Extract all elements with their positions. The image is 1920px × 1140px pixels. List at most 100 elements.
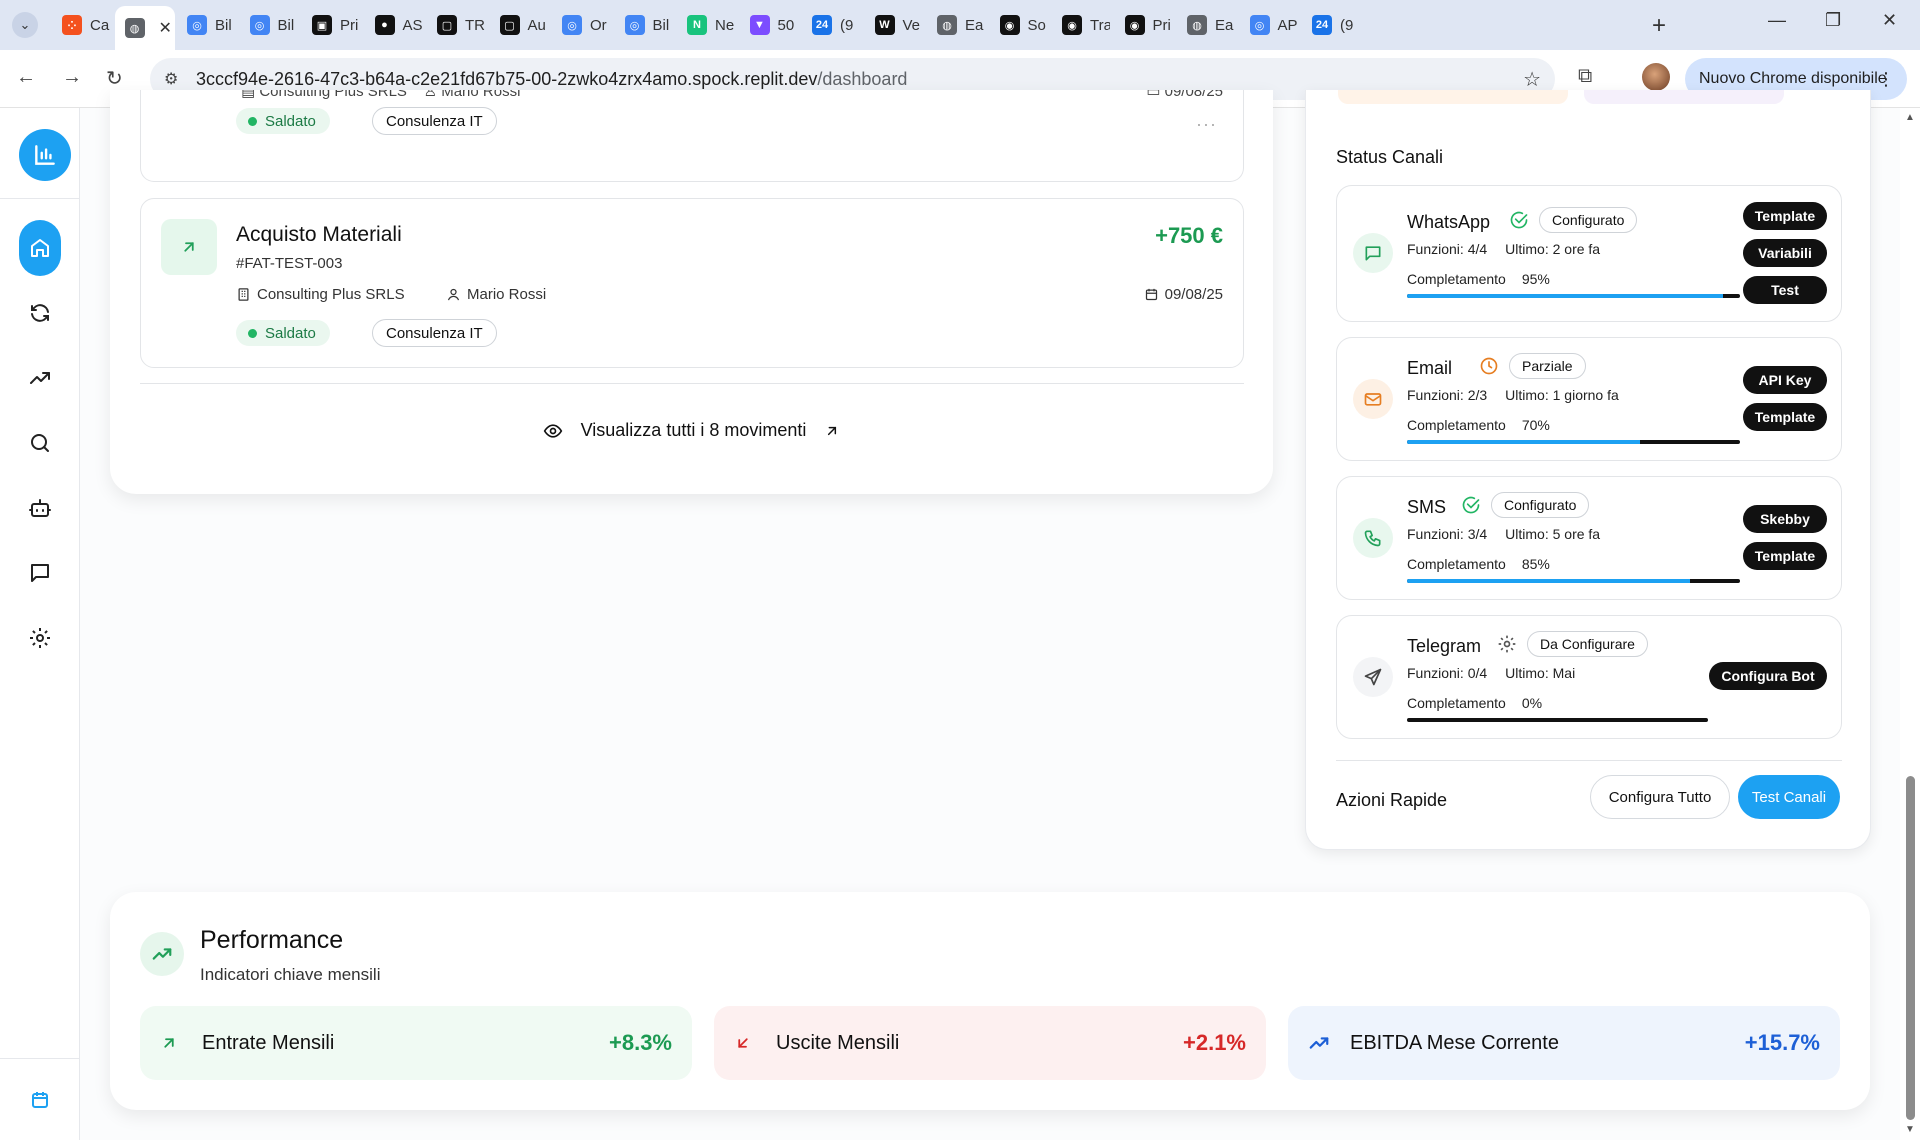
scroll-up-arrow-icon[interactable]: ▲	[1905, 112, 1915, 123]
tab-favicon-icon: N	[687, 15, 707, 35]
browser-tab[interactable]: ▣ Pri	[302, 8, 360, 42]
sidebar-item-trends[interactable]	[20, 358, 60, 398]
sidebar-item-home[interactable]	[19, 220, 61, 276]
app-logo[interactable]	[19, 129, 71, 181]
calendar-icon	[1145, 288, 1157, 301]
status-label: Saldato	[265, 324, 316, 342]
tab-favicon-icon: ◎	[187, 15, 207, 35]
browser-tab[interactable]: ◎ Bil	[615, 8, 673, 42]
bookmark-star-icon[interactable]: ☆	[1523, 67, 1541, 92]
browser-tab[interactable]: ◉ Tra	[1052, 8, 1110, 42]
site-info-icon[interactable]: ⚙	[164, 69, 178, 89]
browser-tab[interactable]: ◍ ✕	[114, 6, 175, 50]
transaction-amount: +750 €	[1155, 223, 1223, 248]
template-button[interactable]: Template	[1743, 202, 1827, 230]
channel-functions: Funzioni: 4/4	[1407, 241, 1488, 257]
browser-tab[interactable]: ◉ So	[990, 8, 1048, 42]
transaction-title: Acquisto Materiali	[236, 223, 402, 246]
browser-tab[interactable]: ▢ Au	[490, 8, 548, 42]
forward-icon[interactable]: →	[62, 66, 82, 89]
browser-tab[interactable]: W Ve	[865, 8, 923, 42]
channel-card-telegram: Telegram Da Configurare Funzioni: 0/4 Ult…	[1336, 615, 1842, 739]
more-menu-icon[interactable]: ⋮	[1877, 69, 1895, 90]
channel-name: Telegram	[1407, 636, 1482, 656]
back-icon[interactable]: ←	[16, 66, 36, 89]
skebby-button[interactable]: Skebby	[1743, 505, 1827, 533]
transaction-company-person: ▤ Consulting Plus SRLS ♙ Mario Rossi	[241, 90, 521, 100]
sidebar-item-settings[interactable]	[20, 618, 60, 658]
channel-meta: Funzioni: 4/4 Ultimo: 2 ore fa	[1407, 241, 1618, 257]
sidebar-item-calendar[interactable]	[20, 1080, 60, 1120]
reload-icon[interactable]: ↻	[106, 66, 123, 91]
restore-button[interactable]: ❐	[1825, 10, 1841, 31]
browser-tab[interactable]: ◉ Pri	[1115, 8, 1173, 42]
tab-favicon-icon: ◎	[1249, 15, 1270, 35]
sidebar-item-messages[interactable]	[20, 553, 60, 593]
tab-favicon-icon: ▢	[437, 15, 457, 35]
template-button[interactable]: Template	[1743, 403, 1827, 431]
sidebar-item-bot[interactable]	[20, 488, 60, 528]
browser-tab[interactable]: 24 (9	[802, 8, 860, 42]
scrollbar-thumb[interactable]	[1906, 776, 1915, 1120]
channel-status-badge: Configurato	[1491, 492, 1590, 518]
channel-meta: Funzioni: 0/4 Ultimo: Mai	[1407, 665, 1593, 681]
browser-tab[interactable]: ◎ Bil	[240, 8, 298, 42]
home-icon	[31, 239, 49, 257]
channel-status-badge: Configurato	[1539, 207, 1638, 233]
tab-search-button[interactable]: ⌄	[12, 12, 38, 38]
profile-avatar[interactable]	[1642, 63, 1670, 91]
api-key-button[interactable]: API Key	[1743, 366, 1827, 394]
transaction-item[interactable]: ▤ Consulting Plus SRLS ♙ Mario Rossi ▭ 0…	[140, 90, 1244, 182]
kpi-label: EBITDA Mese Corrente	[1350, 1031, 1559, 1054]
browser-tab[interactable]: ◎ Or	[552, 8, 610, 42]
new-tab-button[interactable]: +	[1652, 12, 1666, 40]
minimize-button[interactable]: —	[1768, 10, 1786, 31]
more-options-icon[interactable]: ···	[1196, 114, 1217, 135]
browser-tab[interactable]: ◍ Ea	[1177, 8, 1235, 42]
sidebar-item-search[interactable]	[20, 423, 60, 463]
company-name: Consulting Plus SRLS	[257, 286, 405, 303]
template-button[interactable]: Template	[1743, 542, 1827, 570]
browser-tab[interactable]: N Ne	[677, 8, 735, 42]
search-icon	[31, 434, 49, 452]
view-all-transactions-button[interactable]: Visualizza tutti i 8 movimenti	[110, 420, 1273, 441]
browser-tab[interactable]: ⁘ Ca	[52, 8, 110, 42]
extensions-icon[interactable]: ⧉	[1578, 65, 1592, 88]
browser-tab[interactable]: ▼ 50	[740, 8, 798, 42]
channel-completion: Completamento 0%	[1407, 695, 1542, 711]
test-channels-button[interactable]: Test Canali	[1738, 775, 1840, 819]
test-button[interactable]: Test	[1743, 276, 1827, 304]
browser-tab[interactable]: ◎ Bil	[177, 8, 235, 42]
browser-tab[interactable]: ◍ Ea	[927, 8, 985, 42]
quick-actions-divider	[1336, 760, 1842, 761]
message-icon	[31, 564, 49, 582]
channel-completion: Completamento 95%	[1407, 271, 1550, 287]
channel-functions: Funzioni: 3/4	[1407, 526, 1488, 542]
completion-value: 85%	[1521, 556, 1550, 572]
close-window-button[interactable]: ✕	[1882, 10, 1897, 31]
completion-value: 95%	[1521, 271, 1550, 287]
browser-tab[interactable]: ◎ AP	[1240, 8, 1298, 42]
browser-tab[interactable]: ● AS	[365, 8, 423, 42]
eye-icon	[543, 423, 562, 438]
sidebar-item-sync[interactable]	[20, 293, 60, 333]
progress-fill	[1407, 294, 1724, 298]
configure-all-button[interactable]: Configura Tutto	[1590, 775, 1730, 819]
browser-tab[interactable]: ▢ TR	[427, 8, 485, 42]
configure-bot-button[interactable]: Configura Bot	[1709, 662, 1827, 690]
completion-label: Completamento	[1407, 556, 1506, 572]
browser-tab[interactable]: 24 (9	[1302, 8, 1360, 42]
trending-up-icon	[30, 372, 50, 384]
send-icon	[1353, 657, 1393, 697]
transaction-item[interactable]: Acquisto Materiali #FAT-TEST-003 Consult…	[140, 198, 1244, 368]
url-path: /dashboard	[817, 69, 908, 89]
person-name: Mario Rossi	[467, 286, 547, 303]
channel-meta: Funzioni: 2/3 Ultimo: 1 giorno fa	[1407, 387, 1637, 403]
variables-button[interactable]: Variabili	[1743, 239, 1827, 267]
kpi-value: +15.7%	[1744, 1030, 1820, 1055]
calendar-icon	[32, 1092, 48, 1108]
category-badge: Consulenza IT	[372, 107, 497, 135]
scroll-down-arrow-icon[interactable]: ▼	[1905, 1124, 1915, 1135]
sidebar-divider	[0, 198, 80, 199]
close-tab-icon[interactable]: ✕	[159, 18, 172, 38]
